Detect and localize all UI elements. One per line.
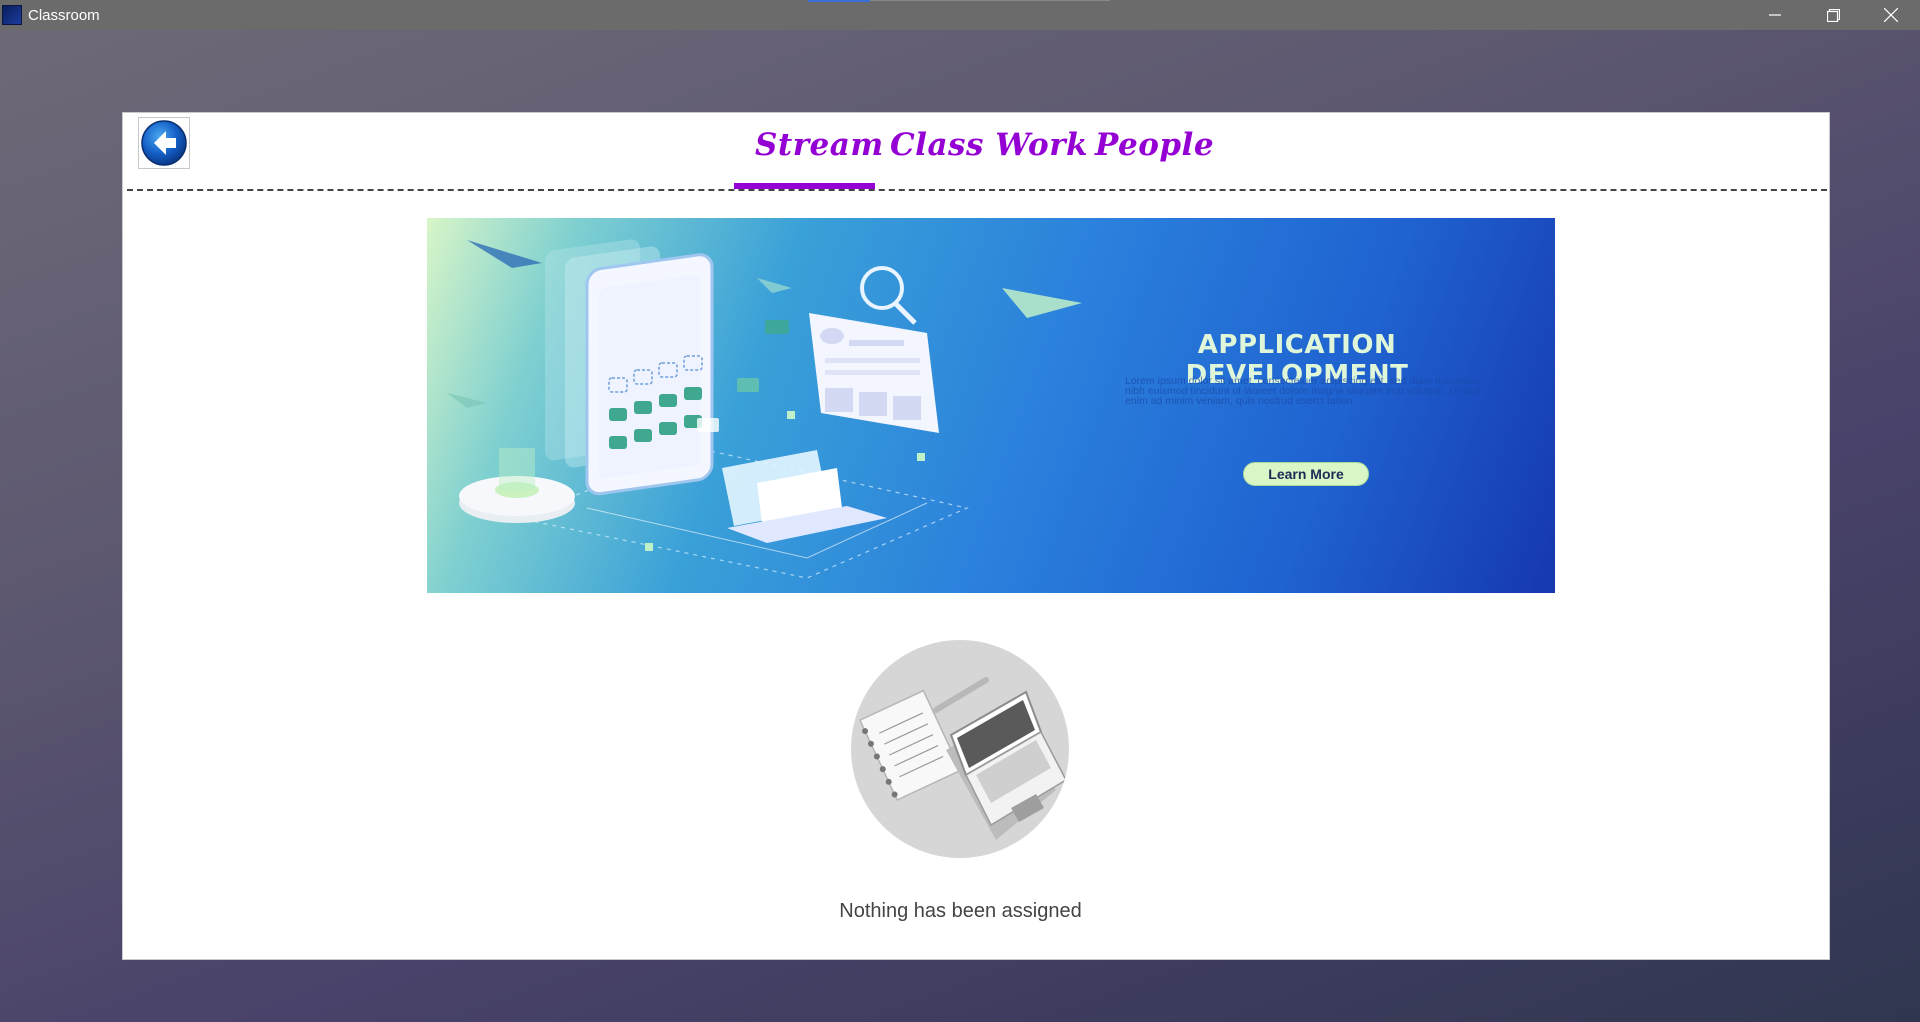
close-icon: [1884, 8, 1898, 22]
header-divider: [127, 189, 1827, 191]
restore-icon: [1826, 8, 1840, 22]
close-button[interactable]: [1862, 0, 1920, 30]
window-titlebar: Classroom: [0, 0, 1920, 30]
back-arrow-icon: [141, 120, 187, 166]
restore-button[interactable]: [1804, 0, 1862, 30]
titlebar-accent: [808, 0, 870, 2]
banner-body-text: Lorem ipsum dolor sit amet, consectetuer…: [1125, 375, 1481, 407]
app-icon: [2, 5, 22, 25]
empty-state-illustration: [851, 640, 1069, 858]
tab-bar: Stream Class Work People: [123, 113, 1829, 189]
titlebar-accent-line: [870, 0, 1110, 1]
window-title: Classroom: [28, 6, 100, 24]
classroom-panel: Stream Class Work People APPLICATION DEV…: [122, 112, 1830, 960]
tab-class-work[interactable]: Class Work: [890, 127, 1088, 163]
window-controls: [1746, 0, 1920, 30]
empty-state-message: Nothing has been assigned: [839, 900, 1082, 922]
notebook-and-laptop-illustration: [858, 677, 1067, 840]
tab-people[interactable]: People: [1095, 127, 1214, 163]
minimize-button[interactable]: [1746, 0, 1804, 30]
minimize-icon: [1769, 14, 1781, 16]
class-banner: APPLICATION DEVELOPMENT Lorem ipsum dolo…: [427, 218, 1555, 593]
back-button[interactable]: [138, 117, 190, 169]
tab-stream[interactable]: Stream: [755, 127, 884, 163]
learn-more-button[interactable]: Learn More: [1243, 462, 1369, 486]
